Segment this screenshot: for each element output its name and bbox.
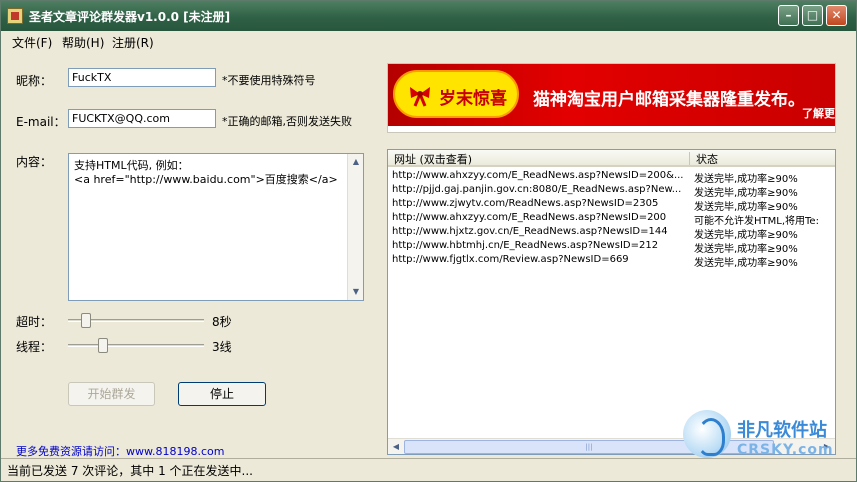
threads-value: 3线	[212, 340, 232, 354]
content-textarea[interactable]: 支持HTML代码, 例如： <a href="http://www.baidu.…	[68, 153, 364, 301]
table-row[interactable]: http://www.fjgtlx.com/Review.asp?NewsID=…	[388, 253, 835, 269]
scroll-left-icon[interactable]: ◀	[388, 439, 404, 454]
row-url: http://www.fjgtlx.com/Review.asp?NewsID=…	[392, 254, 629, 265]
crsky-logo-icon	[683, 410, 731, 458]
email-input[interactable]: FUCKTX@QQ.com	[68, 109, 216, 128]
ad-banner-image: 岁末惊喜 猫神淘宝用户邮箱采集器隆重发布。 了解更	[388, 64, 835, 126]
slider-track	[68, 344, 204, 347]
watermark-cn: 非凡软件站	[737, 420, 827, 441]
table-row[interactable]: http://www.zjwytv.com/ReadNews.asp?NewsI…	[388, 197, 835, 213]
content-label: 内容：	[16, 155, 53, 169]
column-header-status[interactable]: 状态	[696, 151, 718, 167]
menu-file[interactable]: 文件(F)	[12, 34, 52, 51]
banner-more-link[interactable]: 了解更	[802, 105, 835, 121]
ad-banner[interactable]: 岁末惊喜 猫神淘宝用户邮箱采集器隆重发布。 了解更	[387, 63, 836, 133]
app-window: 圣者文章评论群发器v1.0.0 [未注册] – □ ✕ 文件(F) 帮助(H) …	[0, 0, 857, 482]
row-url: http://www.ahxzyy.com/E_ReadNews.asp?New…	[392, 212, 667, 223]
content-line: <a href="http://www.baidu.com">百度搜索</a>	[74, 173, 338, 186]
scroll-down-icon[interactable]: ▼	[348, 284, 364, 300]
gift-bow-icon	[410, 87, 430, 107]
table-row[interactable]: http://pjjd.gaj.panjin.gov.cn:8080/E_Rea…	[388, 183, 835, 199]
nickname-input[interactable]: FuckTX	[68, 68, 216, 87]
column-header-url[interactable]: 网址 (双击查看)	[394, 151, 472, 167]
row-url: http://pjjd.gaj.panjin.gov.cn:8080/E_Rea…	[392, 184, 682, 195]
nickname-hint: *不要使用特殊符号	[222, 74, 316, 87]
scroll-up-icon[interactable]: ▲	[348, 154, 364, 170]
nickname-label: 昵称：	[16, 74, 53, 88]
slider-thumb[interactable]	[81, 313, 91, 328]
stop-button[interactable]: 停止	[178, 382, 266, 406]
timeout-slider[interactable]	[68, 310, 204, 330]
column-divider[interactable]	[689, 152, 690, 165]
timeout-label: 超时：	[16, 315, 53, 329]
slider-thumb[interactable]	[98, 338, 108, 353]
email-label: E-mail：	[16, 115, 66, 129]
table-row[interactable]: http://www.hjxtz.gov.cn/E_ReadNews.asp?N…	[388, 225, 835, 241]
menu-bar: 文件(F) 帮助(H) 注册(R)	[1, 31, 856, 51]
menu-register[interactable]: 注册(R)	[112, 34, 154, 51]
content-scrollbar[interactable]: ▲ ▼	[347, 154, 363, 300]
list-header: 网址 (双击查看) 状态	[388, 150, 835, 167]
row-url: http://www.zjwytv.com/ReadNews.asp?NewsI…	[392, 198, 659, 209]
watermark-logo: 非凡软件站 CRSKY.com	[679, 406, 849, 466]
row-url: http://www.hbtmhj.cn/E_ReadNews.asp?News…	[392, 240, 659, 251]
row-status: 发送完毕,成功率≥90%	[694, 258, 798, 269]
table-row[interactable]: http://www.ahxzyy.com/E_ReadNews.asp?New…	[388, 211, 835, 227]
close-button[interactable]: ✕	[826, 5, 847, 26]
maximize-button[interactable]: □	[802, 5, 823, 26]
promo-badge: 岁末惊喜	[393, 70, 519, 118]
row-url: http://www.ahxzyy.com/E_ReadNews.asp?New…	[392, 170, 684, 181]
window-title: 圣者文章评论群发器v1.0.0 [未注册]	[29, 10, 231, 24]
table-row[interactable]: http://www.ahxzyy.com/E_ReadNews.asp?New…	[388, 169, 835, 185]
watermark-en: CRSKY.com	[737, 442, 834, 458]
title-bar[interactable]: 圣者文章评论群发器v1.0.0 [未注册] – □ ✕	[1, 1, 856, 31]
email-hint: *正确的邮箱,否则发送失败	[222, 115, 352, 128]
table-row[interactable]: http://www.hbtmhj.cn/E_ReadNews.asp?News…	[388, 239, 835, 255]
timeout-value: 8秒	[212, 315, 232, 329]
promo-badge-text: 岁末惊喜	[439, 89, 507, 109]
start-button[interactable]: 开始群发	[68, 382, 155, 406]
threads-label: 线程：	[16, 340, 53, 354]
row-url: http://www.hjxtz.gov.cn/E_ReadNews.asp?N…	[392, 226, 668, 237]
threads-slider[interactable]	[68, 335, 204, 355]
minimize-button[interactable]: –	[778, 5, 799, 26]
banner-headline: 猫神淘宝用户邮箱采集器隆重发布。	[533, 90, 805, 110]
more-resources-link[interactable]: 更多免费资源请访问：www.818198.com	[16, 443, 224, 459]
app-icon	[7, 8, 23, 24]
menu-help[interactable]: 帮助(H)	[62, 34, 104, 51]
